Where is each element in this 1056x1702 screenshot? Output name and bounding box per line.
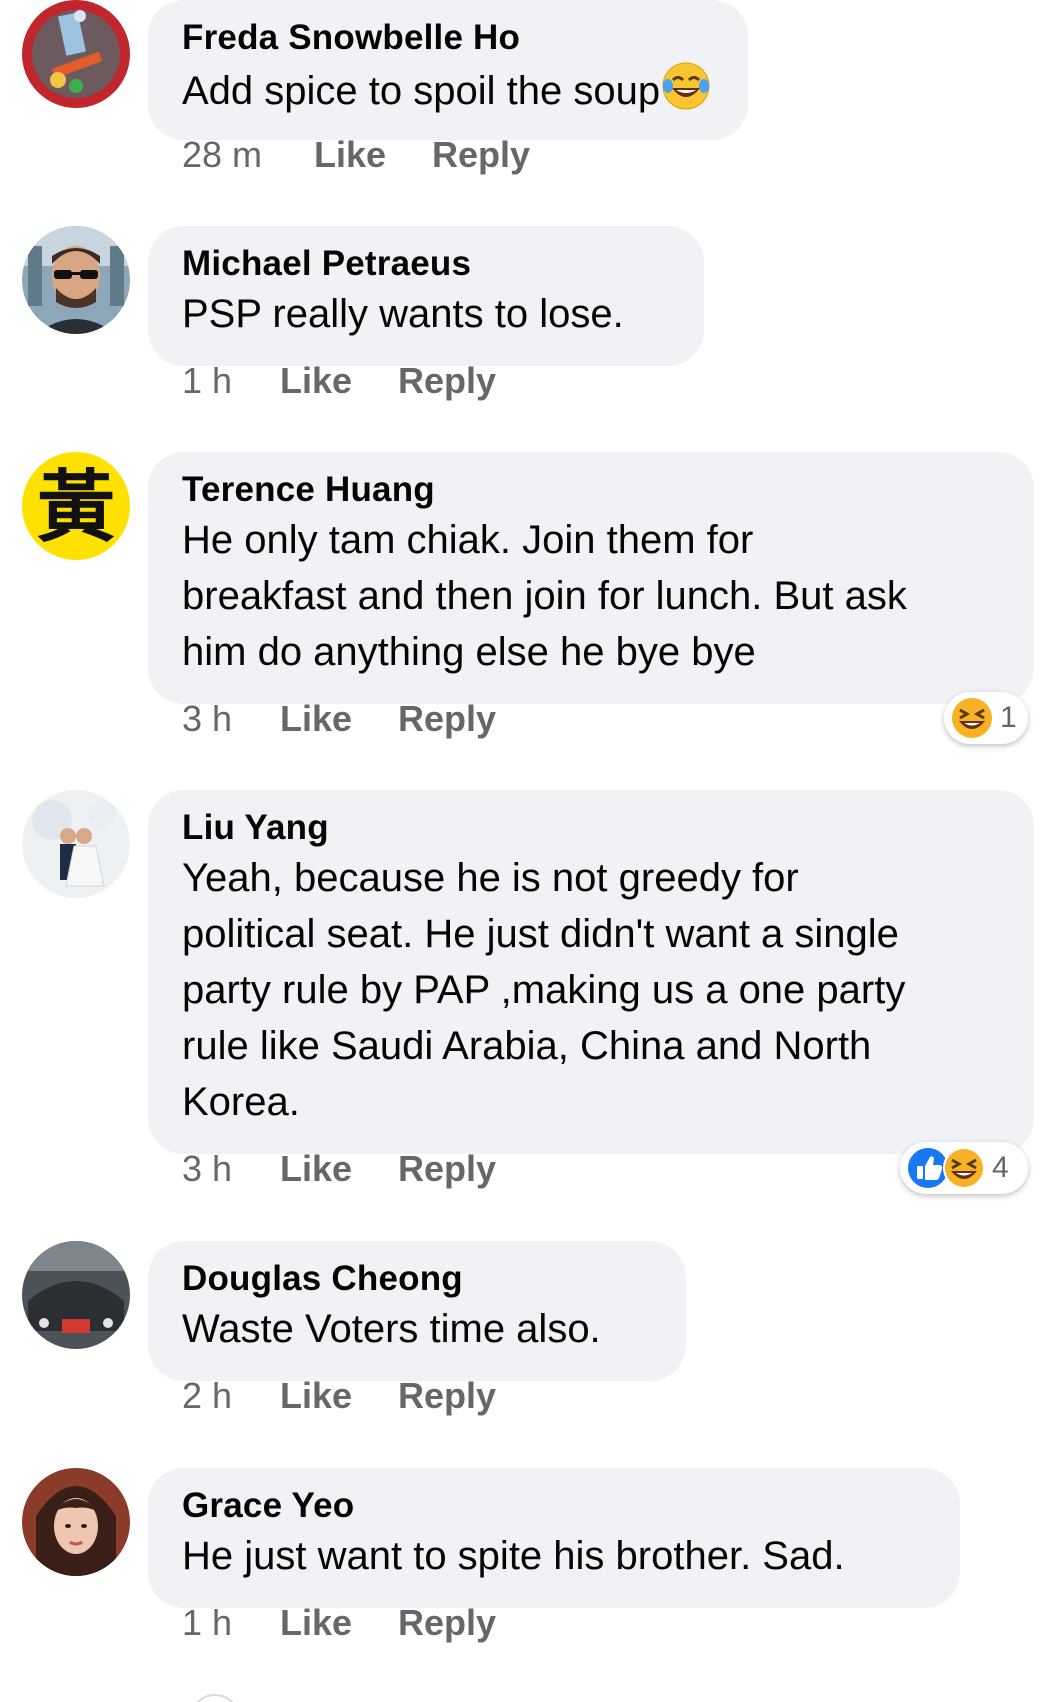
reply-button[interactable]: Reply: [432, 133, 530, 177]
reaction-count: 4: [992, 1151, 1009, 1184]
avatar-glyph: 黃: [37, 463, 115, 553]
avatar-image: [22, 0, 130, 108]
comment-bubble: Grace Yeo He just want to spite his brot…: [148, 1468, 960, 1608]
comment-actions: 1 h Like Reply: [182, 1601, 496, 1645]
comment-text: Yeah, because he is not greedy for polit…: [182, 856, 906, 1124]
comment-timestamp[interactable]: 2 h: [182, 1374, 280, 1418]
comment-actions: 3 h Like Reply: [182, 1147, 496, 1191]
comment-timestamp[interactable]: 28 m: [182, 133, 314, 177]
reply-button[interactable]: Reply: [398, 359, 496, 403]
reply-button[interactable]: Reply: [398, 697, 496, 741]
avatar-image: [22, 226, 130, 334]
comment-text: He only tam chiak. Join them for breakfa…: [182, 518, 907, 674]
comment-timestamp[interactable]: 3 h: [182, 1147, 280, 1191]
comment-bubble: Freda Snowbelle Ho Add spice to spoil th…: [148, 0, 748, 140]
like-button[interactable]: Like: [280, 1601, 398, 1645]
avatar-image: [22, 1468, 130, 1576]
comment-author[interactable]: Liu Yang: [182, 806, 1000, 850]
comment-author[interactable]: Terence Huang: [182, 468, 1000, 512]
comment-author[interactable]: Freda Snowbelle Ho: [182, 16, 714, 60]
reaction-summary[interactable]: 1: [944, 692, 1028, 744]
comment-timestamp[interactable]: 3 h: [182, 697, 280, 741]
next-comment-avatar-edge: [190, 1694, 240, 1702]
avatar-image: 黃: [22, 452, 130, 560]
comment-actions: 1 h Like Reply: [182, 359, 496, 403]
comment-timestamp[interactable]: 1 h: [182, 359, 280, 403]
like-button[interactable]: Like: [314, 133, 432, 177]
comment-bubble: Douglas Cheong Waste Voters time also.: [148, 1241, 686, 1381]
reply-button[interactable]: Reply: [398, 1374, 496, 1418]
avatar[interactable]: 黃: [22, 452, 130, 560]
avatar[interactable]: [22, 1241, 130, 1349]
comment-author[interactable]: Grace Yeo: [182, 1484, 926, 1528]
comment-bubble: Liu Yang Yeah, because he is not greedy …: [148, 790, 1034, 1154]
avatar[interactable]: [22, 0, 130, 108]
avatar-image: [22, 790, 130, 898]
comment-actions: 3 h Like Reply: [182, 697, 496, 741]
comment-text-content: Add spice to spoil the soup: [182, 69, 661, 113]
like-button[interactable]: Like: [280, 1147, 398, 1191]
comment-actions: 2 h Like Reply: [182, 1374, 496, 1418]
comment-bubble: Terence Huang He only tam chiak. Join th…: [148, 452, 1034, 704]
like-button[interactable]: Like: [280, 359, 398, 403]
avatar[interactable]: [22, 226, 130, 334]
comment-author[interactable]: Douglas Cheong: [182, 1257, 652, 1301]
comment-text: Waste Voters time also.: [182, 1307, 601, 1351]
avatar[interactable]: [22, 790, 130, 898]
comment-text: Add spice to spoil the soup: [182, 60, 714, 119]
avatar-image: [22, 1241, 130, 1349]
like-button[interactable]: Like: [280, 1374, 398, 1418]
comment-text: PSP really wants to lose.: [182, 292, 624, 336]
laughing-tears-emoji-icon: [662, 62, 710, 110]
comment-bubble: Michael Petraeus PSP really wants to los…: [148, 226, 704, 366]
haha-icon: [952, 698, 992, 738]
avatar[interactable]: [22, 1468, 130, 1576]
haha-icon: [943, 1147, 985, 1189]
comment-author[interactable]: Michael Petraeus: [182, 242, 670, 286]
comment-text: He just want to spite his brother. Sad.: [182, 1534, 845, 1578]
reaction-count: 1: [1000, 701, 1017, 734]
reply-button[interactable]: Reply: [398, 1601, 496, 1645]
reaction-summary[interactable]: 4: [900, 1142, 1028, 1194]
like-button[interactable]: Like: [280, 697, 398, 741]
comment-actions: 28 m Like Reply: [182, 133, 530, 177]
comment-timestamp[interactable]: 1 h: [182, 1601, 280, 1645]
reply-button[interactable]: Reply: [398, 1147, 496, 1191]
